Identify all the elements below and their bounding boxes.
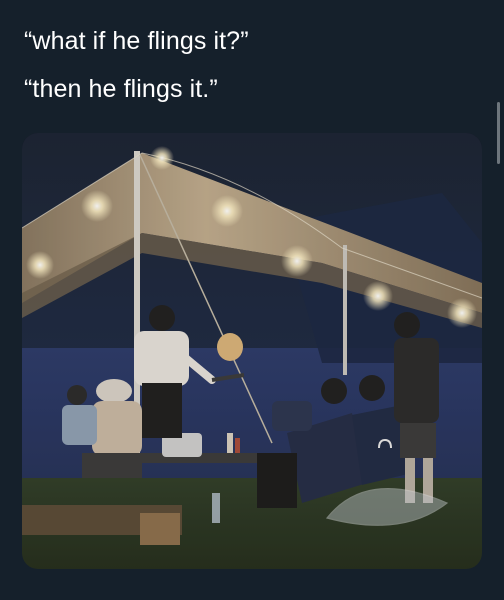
photo-tint	[22, 133, 482, 569]
scrollbar-thumb[interactable]	[497, 102, 500, 164]
tweet-media-image[interactable]	[22, 133, 482, 569]
tweet-text-line-2: “then he flings it.”	[24, 75, 218, 103]
camping-night-photo	[22, 133, 482, 569]
tweet-container: “what if he flings it?” “then he flings …	[0, 0, 504, 600]
tweet-text-line-1: “what if he flings it?”	[24, 27, 249, 55]
